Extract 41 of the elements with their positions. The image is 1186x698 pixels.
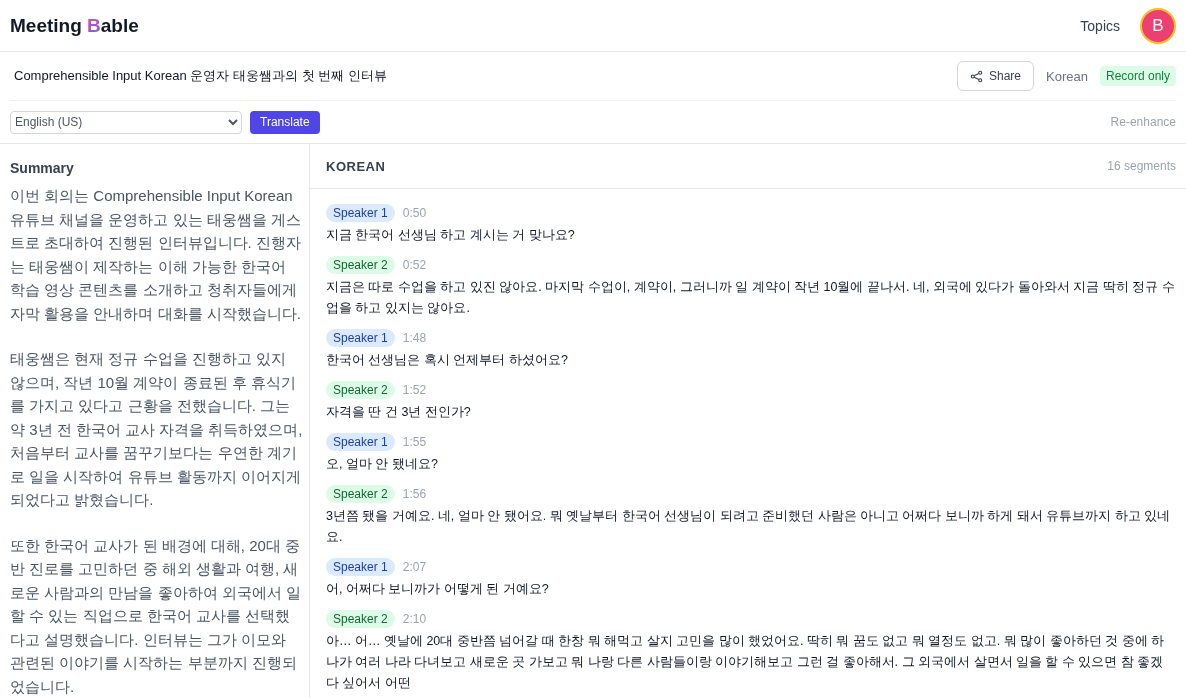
summary-paragraph: 또한 한국어 교사가 된 배경에 대해, 20대 중반 진로를 고민하던 중 해외 생활과 여행, 새로운 사람과의 만남을 좋아하여 외국에서 일할 수 있는 직업으로 한국어 교사를 선택했다고 설명했습니다. 인터뷰는 그가 이모와 관련된 이야기를 시작하는 부분까지 진행되었습니다. bbox=[10, 535, 302, 697]
timestamp[interactable]: 2:07 bbox=[402, 560, 427, 574]
topics-link[interactable]: Topics bbox=[1080, 17, 1120, 34]
segment-text: 어, 어쩌다 보니까가 어떻게 된 거예요? bbox=[326, 581, 550, 598]
timestamp[interactable]: 0:52 bbox=[402, 258, 427, 272]
segment-text: 지금 한국어 선생님 하고 계시는 거 맞나요? bbox=[326, 227, 576, 244]
speaker-tag: Speaker 1 bbox=[326, 558, 395, 576]
summary-paragraph: 이번 회의는 Comprehensible Input Korean 유튜브 채널을 운영하고 있는 태웅쌤을 게스트로 초대하여 진행된 인터뷰입니다. 진행자는 태웅쌤이 제작하는 이해 가능한 한국어 학습 영상 콘텐츠를 소개하고 청취자들에게 자막 활용을 안내하며 대화를 시작했습니다. bbox=[10, 186, 302, 324]
segment-text: 오, 얼마 안 됐네요? bbox=[326, 456, 439, 473]
language-select[interactable]: English (US) bbox=[10, 110, 242, 134]
status-badge: Record only bbox=[1099, 66, 1176, 86]
speaker-tag: Speaker 1 bbox=[326, 433, 395, 451]
speaker-tag: Speaker 1 bbox=[326, 204, 395, 222]
speaker-tag: Speaker 2 bbox=[326, 485, 395, 503]
transcript-heading: KOREAN bbox=[326, 158, 386, 174]
segment-text: 아… 어… 옛날에 20대 중반쯤 넘어갈 때 한창 뭐 해먹고 살지 고민을 많이 했었어요. 딱히 뭐 꿈도 없고 뭐 열정도 없고. 뭐 많이 좋아하던 것 중에 하나가 여러 나라 다녀보고 새로운 곳 가보고 뭐 나랑 다른 사람들이랑 이야기해보고 그런 걸 좋아해서. 그 외국에서 살면서 일을 할 수 있으면 참 좋겠다 싶어서 어떤 bbox=[326, 633, 1166, 692]
segment-text: 자격을 딴 건 3년 전인가? bbox=[326, 404, 472, 421]
segment-text: 지금은 따로 수업을 하고 있진 않아요. 마지막 수업이, 계약이, 그러니까 일 계약이 작년 10월에 끝나서. 네, 외국에 있다가 돌아와서 지금 딱히 정규 수업을 하고 있지는 않아요. bbox=[326, 279, 1176, 317]
meeting-title: Comprehensible Input Korean 운영자 태웅쌤과의 첫 번째 인터뷰 bbox=[14, 67, 388, 85]
segment-text: 한국어 선생님은 혹시 언제부터 하셨어요? bbox=[326, 352, 569, 369]
user-avatar[interactable]: B bbox=[1140, 7, 1176, 44]
timestamp[interactable]: 0:50 bbox=[402, 206, 427, 220]
timestamp[interactable]: 2:10 bbox=[402, 612, 427, 626]
segment-text: 3년쯤 됐을 거예요. 네, 얼마 안 됐어요. 뭐 옛날부터 한국어 선생님이 되려고 준비했던 사람은 아니고 어쩌다 보니까 하게 돼서 유튜브까지 하고 있네요. bbox=[326, 508, 1172, 546]
speaker-tag: Speaker 2 bbox=[326, 256, 395, 274]
translate-button[interactable]: Translate bbox=[250, 110, 320, 134]
summary-heading: Summary bbox=[10, 160, 75, 176]
share-button[interactable]: Share bbox=[957, 61, 1035, 91]
timestamp[interactable]: 1:56 bbox=[402, 487, 427, 501]
segment-count: 16 segments bbox=[1107, 159, 1176, 173]
summary-paragraph: 태웅쌤은 현재 정규 수업을 진행하고 있지 않으며, 작년 10월 계약이 종료된 후 휴식기를 가지고 있다고 근황을 전했습니다. 그는 약 3년 전 한국어 교사 자격을 취득하였으며, 처음부터 교사를 꿈꾸기보다는 우연한 계기로 일을 시작하여 유튜브 활동까지 이어지게 되었다고 밝혔습니다. bbox=[10, 349, 303, 510]
timestamp[interactable]: 1:52 bbox=[402, 383, 427, 397]
app-logo[interactable]: Meeting Bable bbox=[10, 14, 139, 37]
timestamp[interactable]: 1:55 bbox=[402, 435, 427, 449]
re-enhance-link[interactable]: Re-enhance bbox=[1110, 115, 1176, 129]
speaker-tag: Speaker 2 bbox=[326, 610, 395, 628]
timestamp[interactable]: 1:48 bbox=[402, 331, 427, 345]
speaker-tag: Speaker 2 bbox=[326, 381, 395, 399]
share-icon bbox=[970, 69, 983, 83]
language-label: Korean bbox=[1046, 68, 1088, 84]
speaker-tag: Speaker 1 bbox=[326, 329, 395, 347]
